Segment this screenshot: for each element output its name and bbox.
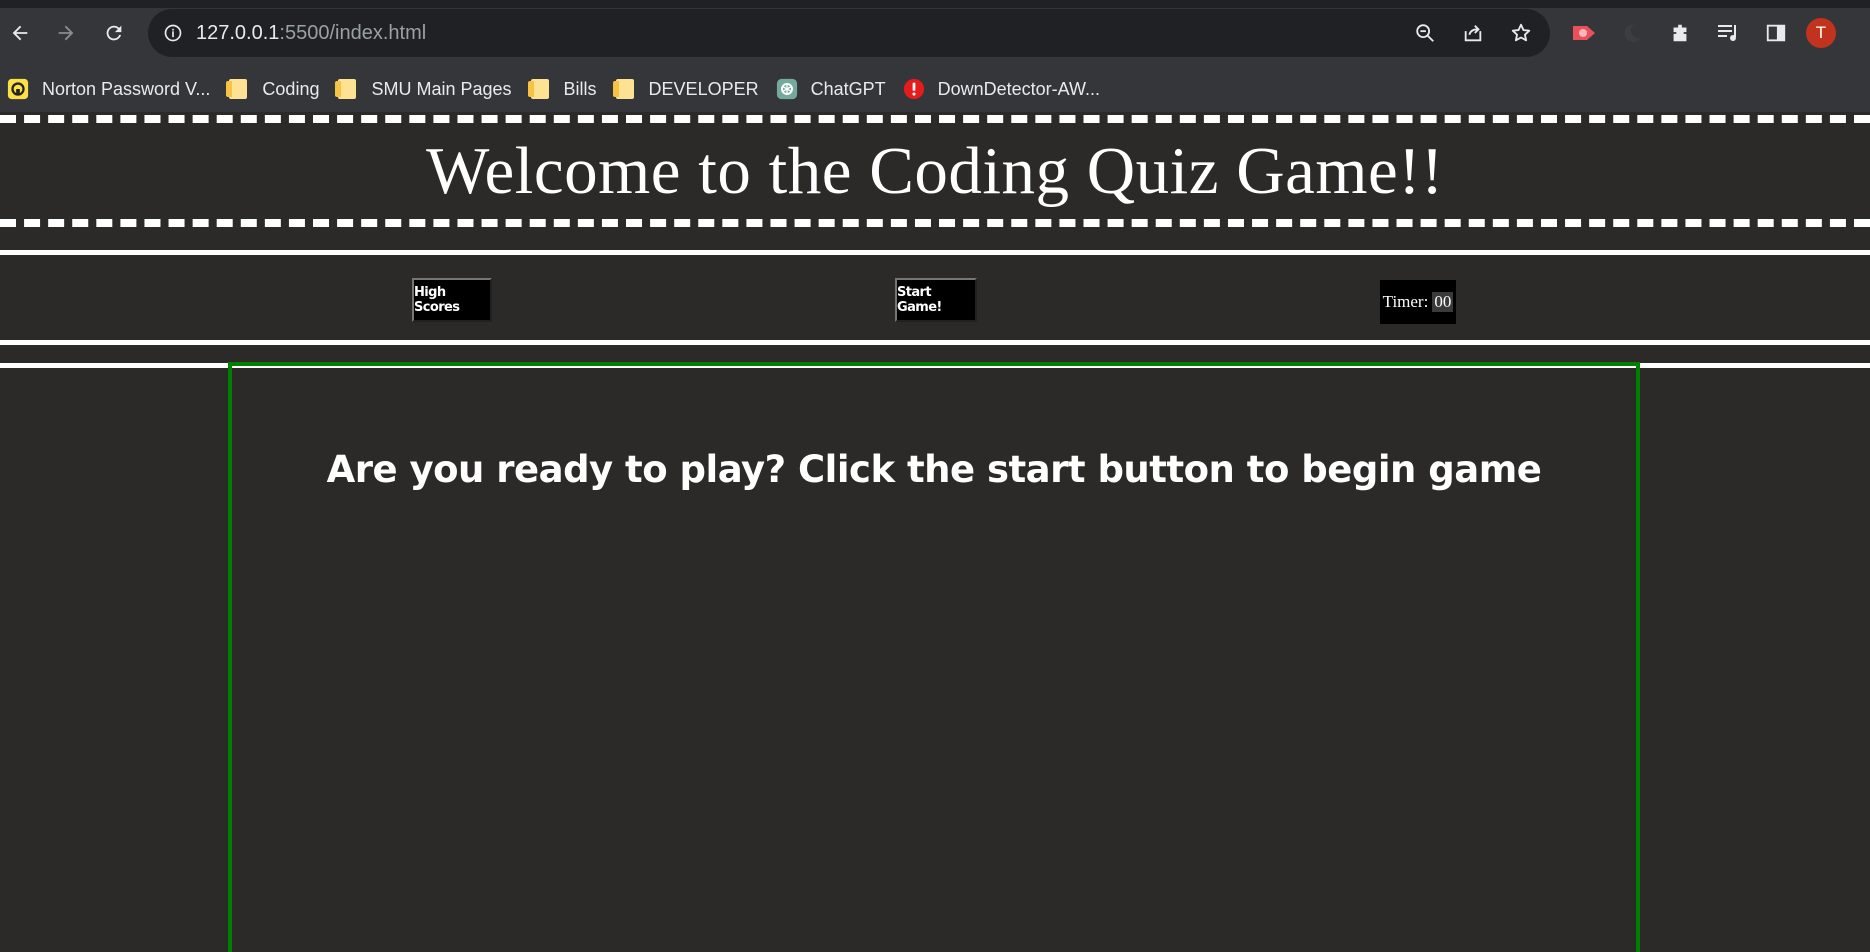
folder-icon — [226, 77, 250, 101]
start-game-button[interactable]: Start Game! — [895, 278, 977, 322]
quiz-container: Are you ready to play? Click the start b… — [228, 362, 1640, 952]
folder-icon — [335, 77, 359, 101]
site-info-icon[interactable] — [162, 22, 184, 44]
bookmark-downdetector[interactable]: DownDetector-AW... — [896, 72, 1110, 106]
share-icon[interactable] — [1458, 18, 1488, 48]
url-text[interactable]: 127.0.0.1:5500/index.html — [196, 22, 426, 45]
reload-icon[interactable] — [96, 15, 132, 51]
extensions-puzzle-icon[interactable] — [1662, 15, 1698, 51]
chatgpt-icon — [775, 77, 799, 101]
bookmark-chatgpt[interactable]: ChatGPT — [769, 72, 896, 106]
alert-icon — [902, 77, 926, 101]
folder-icon — [527, 77, 552, 101]
window-top-strip — [0, 0, 1870, 8]
high-scores-button[interactable]: High Scores — [412, 278, 492, 322]
timer-value: 00 — [1432, 292, 1454, 312]
game-nav-bar: High Scores Start Game! Timer: 00 — [0, 250, 1870, 368]
bookmarks-bar: Norton Password V... Coding SMU Main Pag… — [0, 66, 1870, 112]
profile-avatar[interactable]: T — [1806, 18, 1836, 48]
page-header: Welcome to the Coding Quiz Game!! — [0, 115, 1870, 227]
media-queue-icon[interactable] — [1710, 15, 1746, 51]
timer-label: Timer: — [1382, 292, 1429, 311]
timer-display: Timer: 00 — [1380, 280, 1456, 324]
bookmark-norton[interactable]: Norton Password V... — [0, 72, 220, 106]
bookmark-developer[interactable]: DEVELOPER — [607, 72, 769, 106]
bookmark-smu-main-pages[interactable]: SMU Main Pages — [329, 72, 521, 106]
side-panel-icon[interactable] — [1758, 15, 1794, 51]
norton-icon — [6, 77, 30, 101]
zoom-out-icon[interactable] — [1410, 18, 1440, 48]
bookmark-bills[interactable]: Bills — [522, 72, 607, 106]
address-bar[interactable]: 127.0.0.1:5500/index.html — [148, 9, 1550, 57]
browser-toolbar: 127.0.0.1:5500/index.html T — [0, 0, 1870, 66]
folder-icon — [612, 77, 637, 101]
dark-mode-extension-icon[interactable] — [1614, 15, 1650, 51]
page-viewport: Welcome to the Coding Quiz Game!! High S… — [0, 112, 1870, 952]
back-arrow-icon[interactable] — [2, 15, 38, 51]
bookmark-coding[interactable]: Coding — [220, 72, 329, 106]
page-title: Welcome to the Coding Quiz Game!! — [426, 133, 1444, 208]
forward-arrow-icon[interactable] — [48, 15, 84, 51]
bookmark-star-icon[interactable] — [1506, 18, 1536, 48]
screen-recorder-extension-icon[interactable] — [1566, 15, 1602, 51]
start-prompt: Are you ready to play? Click the start b… — [326, 448, 1542, 491]
